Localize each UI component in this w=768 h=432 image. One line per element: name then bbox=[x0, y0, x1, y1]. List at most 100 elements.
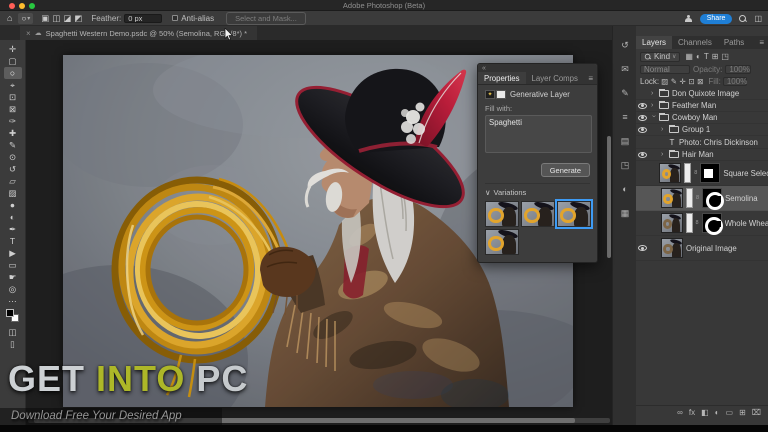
visibility-eye-icon[interactable] bbox=[637, 245, 647, 251]
layer-thumbnail[interactable] bbox=[660, 213, 683, 233]
eye-cell[interactable] bbox=[636, 151, 648, 158]
brush-settings-panel-icon[interactable]: ✎ bbox=[613, 88, 637, 99]
dodge-tool[interactable]: ◐ bbox=[4, 211, 22, 223]
search-icon[interactable] bbox=[739, 14, 747, 23]
expand-caret-icon[interactable]: › bbox=[651, 102, 656, 109]
shape-tool[interactable]: ▭ bbox=[4, 259, 22, 271]
visibility-eye-icon[interactable] bbox=[637, 102, 647, 109]
foreground-color-swatch[interactable] bbox=[5, 309, 14, 317]
layer-row[interactable]: 8 Semolina bbox=[636, 186, 768, 211]
close-tab-icon[interactable]: × bbox=[26, 29, 31, 38]
crop-tool[interactable]: ⊡ bbox=[4, 91, 22, 103]
filter-shape-icon[interactable]: ⊞ bbox=[712, 52, 719, 61]
collapse-panel-icon[interactable]: « bbox=[482, 65, 486, 72]
anti-alias-checkbox[interactable] bbox=[172, 15, 179, 21]
fill-value[interactable]: 100% bbox=[722, 77, 747, 86]
zoom-tool[interactable]: ◎ bbox=[4, 283, 22, 295]
lasso-tool[interactable]: ○ bbox=[3, 67, 22, 79]
comments-panel-icon[interactable]: ✉ bbox=[613, 64, 637, 75]
opacity-value[interactable]: 100% bbox=[725, 65, 752, 74]
properties-panel-header[interactable]: « bbox=[478, 64, 597, 72]
generate-button[interactable]: Generate bbox=[540, 163, 590, 177]
clone-stamp-tool[interactable]: ⊙ bbox=[4, 151, 22, 163]
add-mask-icon[interactable]: ◧ bbox=[701, 408, 709, 417]
gradient-tool[interactable]: ▨ bbox=[4, 187, 22, 199]
layer-row[interactable]: › Hair Man bbox=[636, 149, 768, 161]
move-tool[interactable]: ✛ bbox=[4, 43, 22, 55]
eye-cell[interactable] bbox=[636, 126, 648, 133]
eyedropper-tool[interactable]: ✑ bbox=[4, 115, 22, 127]
layer-thumbnail[interactable] bbox=[659, 163, 682, 183]
layer-mask-thumbnail[interactable] bbox=[700, 163, 721, 183]
account-icon[interactable] bbox=[685, 14, 693, 23]
blend-mode-select[interactable]: Normal bbox=[640, 65, 690, 74]
expand-caret-icon[interactable]: › bbox=[651, 90, 656, 97]
lock-pixels-icon[interactable]: ✎ bbox=[671, 77, 677, 86]
filter-image-icon[interactable]: ▦ bbox=[685, 52, 693, 61]
clone-source-panel-icon[interactable]: ≡ bbox=[613, 112, 637, 122]
filter-kind-select[interactable]: Kind ∨ bbox=[640, 51, 681, 62]
subtract-from-selection-icon[interactable]: ◪ bbox=[63, 13, 71, 24]
quick-mask-button[interactable]: ◫ bbox=[4, 326, 22, 338]
frame-tool[interactable]: ⊠ bbox=[4, 103, 22, 115]
home-icon[interactable]: ⌂ bbox=[7, 13, 12, 23]
panel-menu-icon[interactable]: ≡ bbox=[759, 36, 768, 49]
healing-brush-tool[interactable]: ✚ bbox=[4, 127, 22, 139]
variation-4[interactable] bbox=[485, 229, 519, 255]
variation-1[interactable] bbox=[485, 201, 519, 227]
layer-mask-thumbnail[interactable] bbox=[701, 213, 724, 235]
color-swatches[interactable] bbox=[5, 309, 21, 324]
delete-layer-icon[interactable]: ⌧ bbox=[752, 408, 761, 417]
visibility-eye-icon[interactable] bbox=[637, 114, 647, 121]
layer-thumbnail[interactable] bbox=[661, 238, 683, 258]
tab-layers[interactable]: Layers bbox=[636, 36, 673, 49]
layer-row[interactable]: › Feather Man bbox=[636, 100, 768, 112]
layer-row[interactable]: Original Image bbox=[636, 236, 768, 261]
variations-header[interactable]: ∨ Variations bbox=[485, 183, 590, 197]
hand-tool[interactable]: ☛ bbox=[4, 271, 22, 283]
marquee-tool[interactable]: ▢ bbox=[4, 55, 22, 67]
tab-properties[interactable]: Properties bbox=[478, 72, 526, 84]
libraries-panel-icon[interactable]: ◳ bbox=[613, 160, 637, 171]
character-panel-icon[interactable]: ▤ bbox=[613, 136, 637, 147]
select-and-mask-button[interactable]: Select and Mask... bbox=[226, 11, 306, 25]
lock-position-icon[interactable]: ✛ bbox=[680, 77, 686, 86]
visibility-eye-icon[interactable] bbox=[637, 151, 647, 158]
vertical-scrollbar-thumb[interactable] bbox=[607, 136, 611, 258]
layer-row[interactable]: › Don Quixote Image bbox=[636, 88, 768, 100]
adjustments-panel-icon[interactable]: ◐ bbox=[613, 184, 637, 194]
layer-thumbnail[interactable] bbox=[661, 188, 683, 208]
adjustment-layer-icon[interactable]: ◐ bbox=[715, 408, 720, 417]
filter-adjustment-icon[interactable]: ◐ bbox=[696, 52, 701, 61]
history-panel-icon[interactable]: ↺ bbox=[613, 40, 637, 51]
new-group-icon[interactable]: ▭ bbox=[726, 408, 734, 417]
panel-menu-icon[interactable]: ≡ bbox=[588, 72, 597, 84]
edit-toolbar[interactable]: ⋯ bbox=[4, 295, 22, 307]
document-tab[interactable]: × ☁ Spaghetti Western Demo.psdc @ 50% (S… bbox=[20, 26, 257, 40]
tab-channels[interactable]: Channels bbox=[672, 36, 718, 49]
expand-caret-icon[interactable]: › bbox=[661, 151, 666, 158]
feather-input[interactable] bbox=[124, 13, 163, 23]
path-select-tool[interactable]: ▶ bbox=[4, 247, 22, 259]
layer-effects-icon[interactable]: fx bbox=[689, 408, 695, 417]
layer-row[interactable]: › Cowboy Man bbox=[636, 112, 768, 124]
eraser-tool[interactable]: ▱ bbox=[4, 175, 22, 187]
pen-tool[interactable]: ✒ bbox=[4, 223, 22, 235]
eye-cell[interactable] bbox=[636, 102, 648, 109]
share-button[interactable]: Share bbox=[699, 13, 733, 24]
layer-row[interactable]: › Group 1 bbox=[636, 124, 768, 136]
tab-paths[interactable]: Paths bbox=[718, 36, 750, 49]
patterns-panel-icon[interactable]: ▦ bbox=[613, 208, 637, 219]
type-tool[interactable]: T bbox=[4, 235, 22, 247]
active-tool-preset[interactable]: ○ ▾ bbox=[18, 12, 34, 24]
add-to-selection-icon[interactable]: ◫ bbox=[52, 13, 60, 24]
expand-caret-icon[interactable]: › bbox=[650, 115, 657, 120]
layer-row[interactable]: 8 Square Selection bbox=[636, 161, 768, 186]
expand-caret-icon[interactable]: › bbox=[661, 126, 666, 133]
filter-smart-object-icon[interactable]: ◳ bbox=[721, 52, 729, 61]
layer-row[interactable]: T Photo: Chris Dickinson bbox=[636, 136, 768, 149]
link-layers-icon[interactable]: ∞ bbox=[677, 408, 683, 417]
layer-mask-thumbnail[interactable] bbox=[702, 188, 724, 210]
object-selection-tool[interactable]: ⌖ bbox=[4, 79, 22, 91]
new-selection-icon[interactable]: ▣ bbox=[41, 13, 49, 24]
